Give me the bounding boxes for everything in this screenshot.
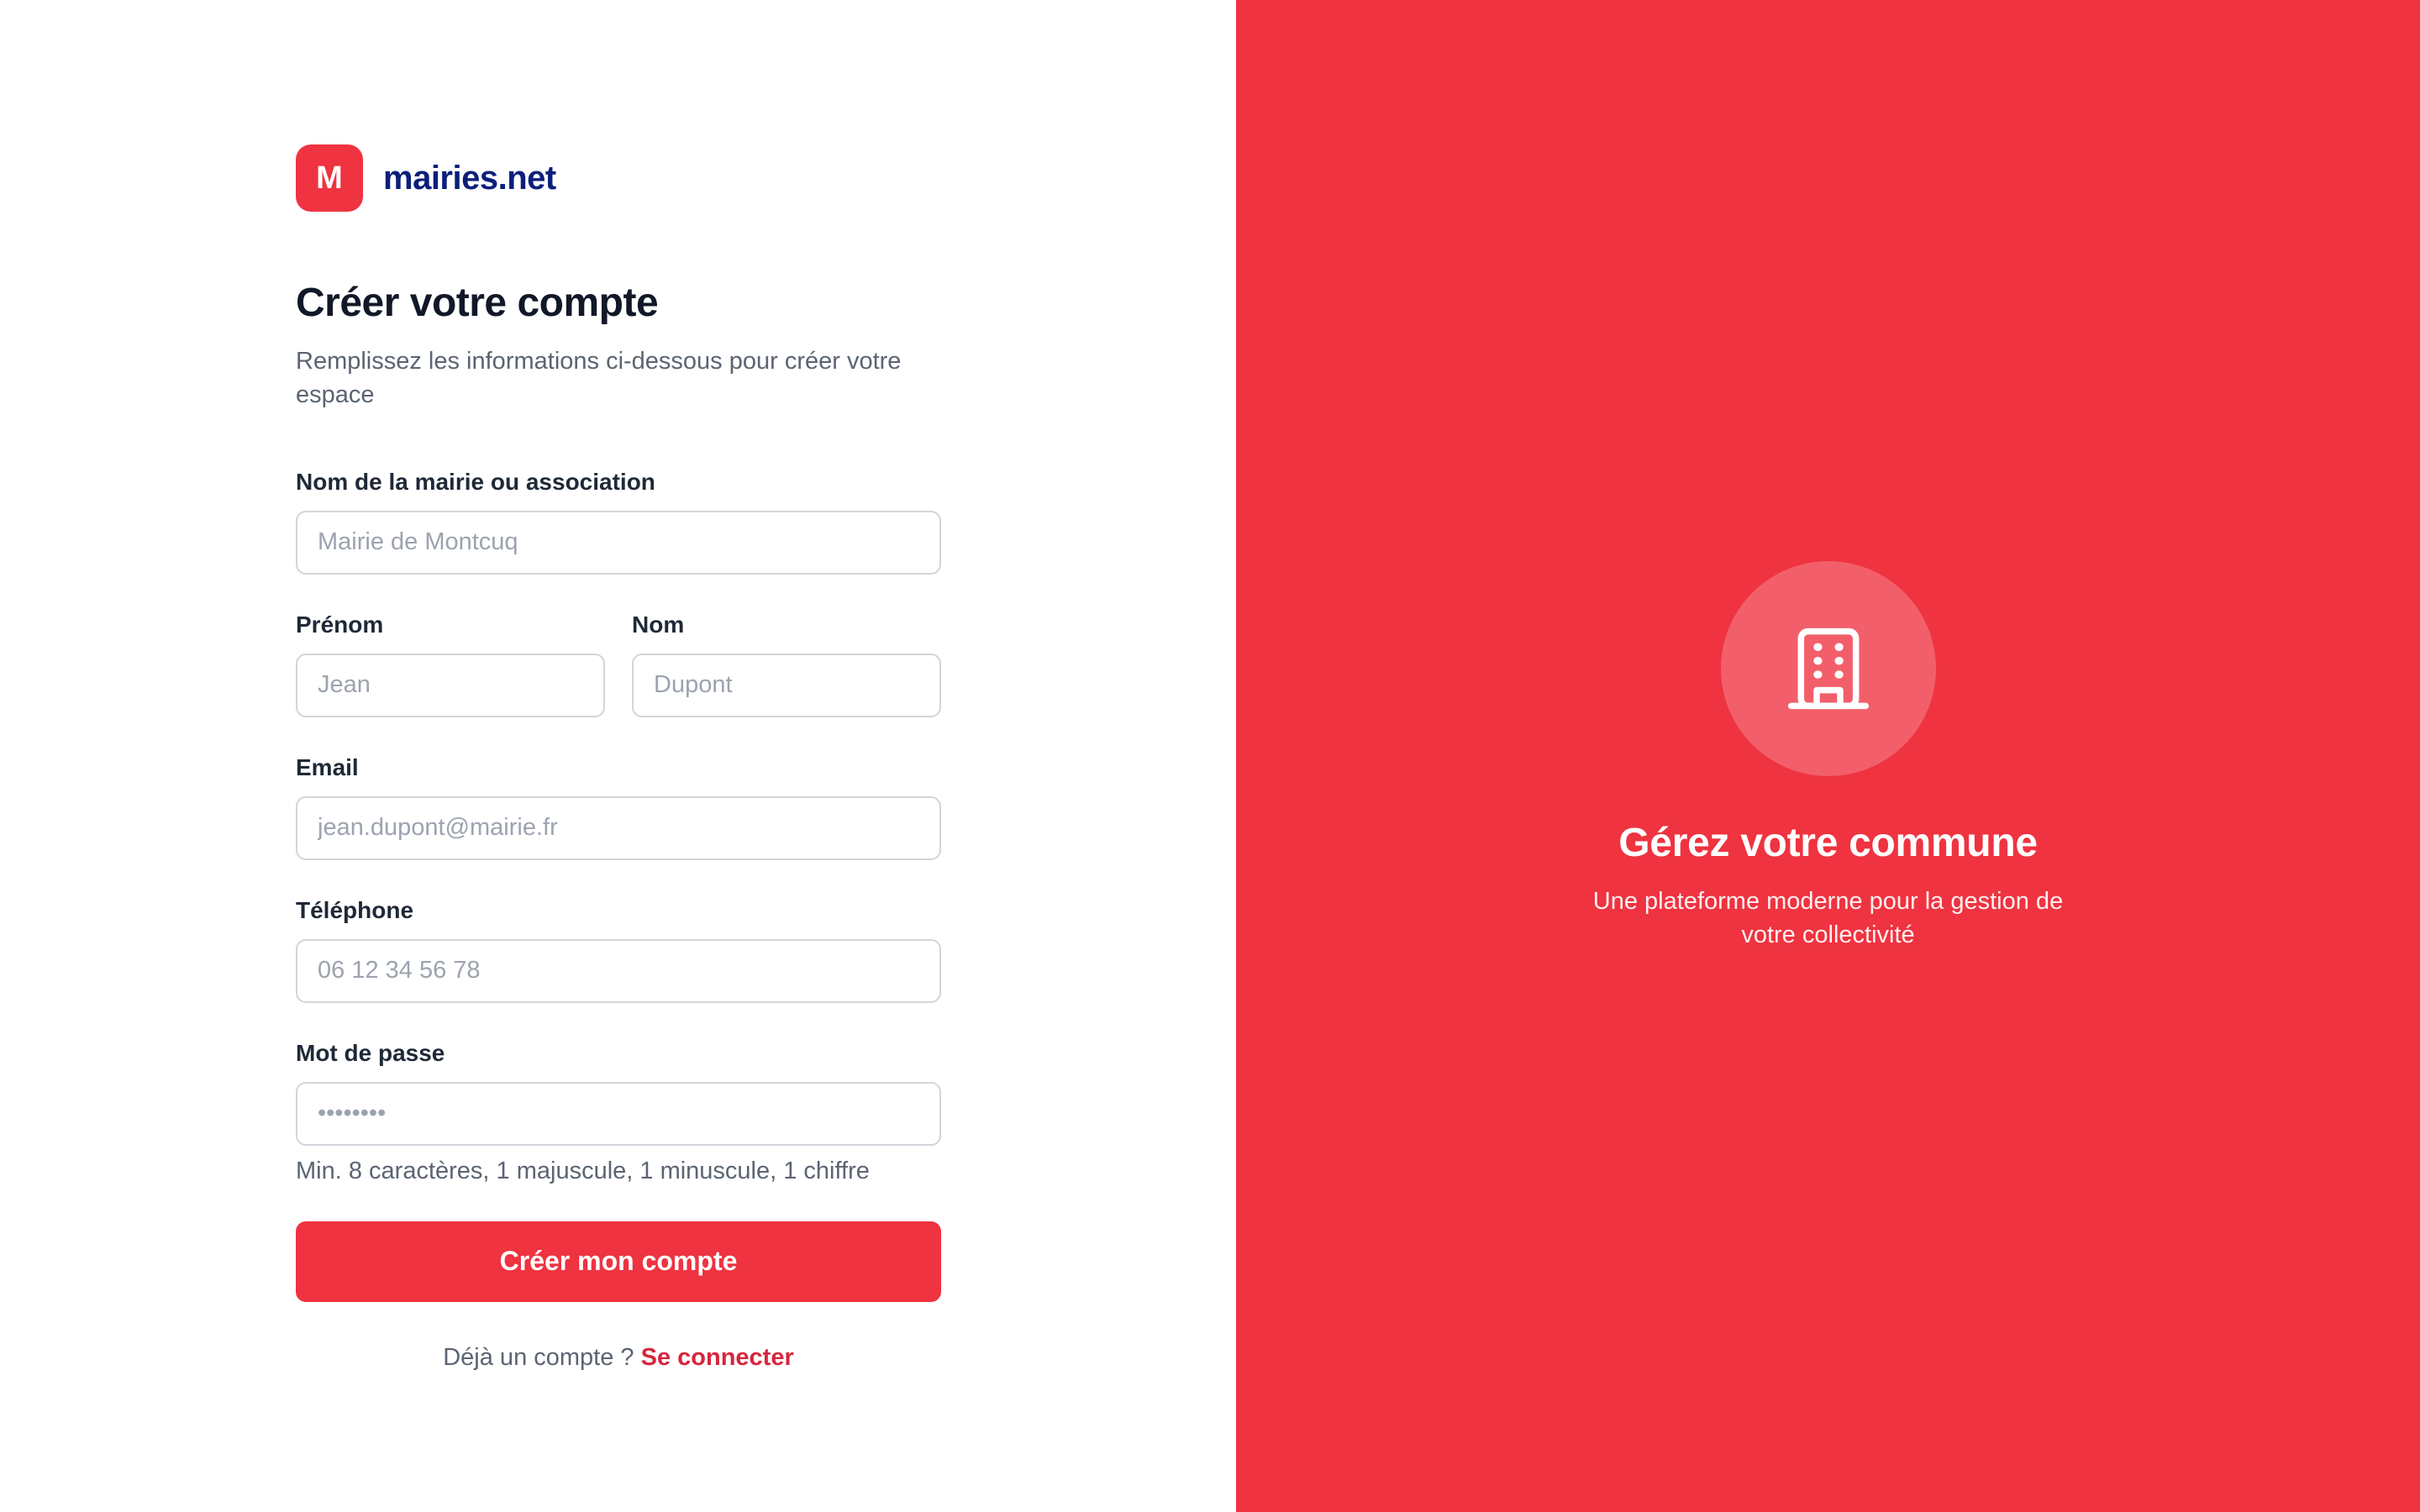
create-account-button[interactable]: Créer mon compte xyxy=(296,1221,941,1302)
login-prompt: Déjà un compte ? Se connecter xyxy=(296,1344,941,1372)
name-row: Prénom Nom xyxy=(296,610,941,717)
lastname-input[interactable] xyxy=(632,653,941,717)
phone-label: Téléphone xyxy=(296,896,414,923)
email-label: Email xyxy=(296,753,359,780)
hero-panel: Gérez votre commune Une plateforme moder… xyxy=(1236,0,2420,1512)
org-label: Nom de la mairie ou association xyxy=(296,468,655,495)
firstname-label: Prénom xyxy=(296,611,384,638)
login-link[interactable]: Se connecter xyxy=(641,1344,794,1371)
email-input[interactable] xyxy=(296,795,941,860)
login-prompt-text: Déjà un compte ? xyxy=(443,1343,634,1371)
org-input[interactable] xyxy=(296,510,941,575)
hero-subtitle: Une plateforme moderne pour la gestion d… xyxy=(1592,888,2064,948)
hero-title: Gérez votre commune xyxy=(1618,821,2038,865)
brand-logo: M xyxy=(296,144,363,212)
phone-field: Téléphone xyxy=(296,895,941,1003)
phone-input[interactable] xyxy=(296,938,941,1003)
brand: M mairies.net xyxy=(296,144,941,212)
password-input[interactable] xyxy=(296,1081,941,1146)
lastname-label: Nom xyxy=(632,611,685,638)
page-title: Créer votre compte xyxy=(296,281,659,325)
signup-form: M mairies.net Créer votre compte Remplis… xyxy=(296,144,941,1372)
hero-icon-circle xyxy=(1720,561,1936,776)
building-icon xyxy=(1787,627,1869,710)
password-field: Mot de passe Min. 8 caractères, 1 majusc… xyxy=(296,1038,941,1186)
org-field: Nom de la mairie ou association xyxy=(296,467,941,575)
brand-name: mairies.net xyxy=(383,159,556,197)
signup-panel: M mairies.net Créer votre compte Remplis… xyxy=(0,0,1236,1512)
lastname-field: Nom xyxy=(632,610,941,717)
hero: Gérez votre commune Une plateforme moder… xyxy=(1236,561,2420,952)
password-hint: Min. 8 caractères, 1 majuscule, 1 minusc… xyxy=(296,1157,870,1184)
email-field: Email xyxy=(296,753,941,860)
firstname-field: Prénom xyxy=(296,610,605,717)
firstname-input[interactable] xyxy=(296,653,605,717)
password-label: Mot de passe xyxy=(296,1039,445,1066)
page-subtitle: Remplissez les informations ci-dessous p… xyxy=(296,347,902,408)
